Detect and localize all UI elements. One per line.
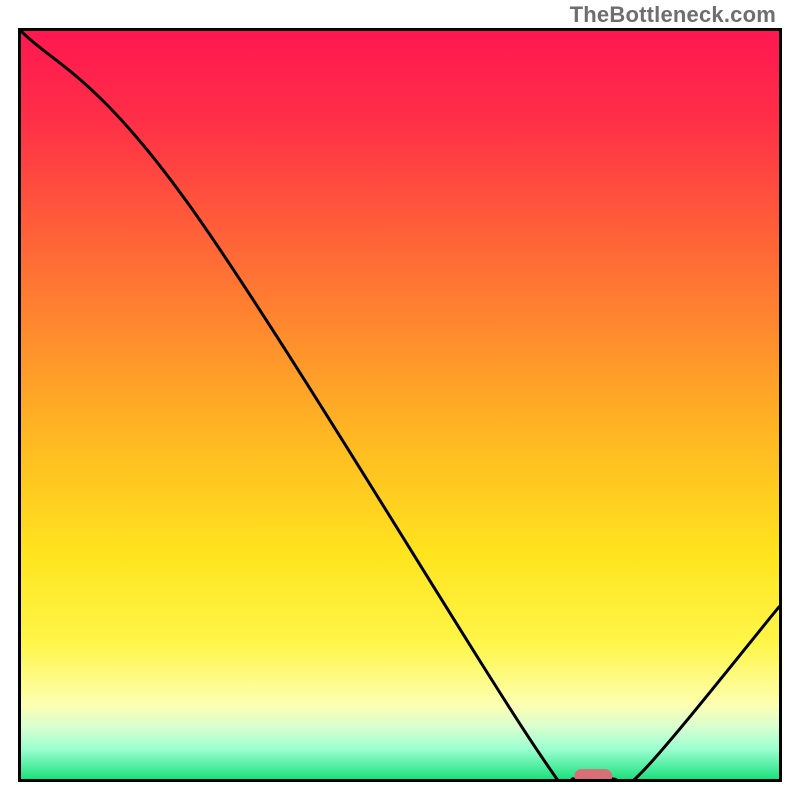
gradient-fill	[21, 31, 779, 779]
chart-box	[18, 28, 782, 782]
watermark-text: TheBottleneck.com	[570, 2, 776, 28]
sweet-spot-marker	[574, 769, 612, 779]
chart-stage: TheBottleneck.com	[0, 0, 800, 800]
chart-plot	[21, 31, 779, 779]
